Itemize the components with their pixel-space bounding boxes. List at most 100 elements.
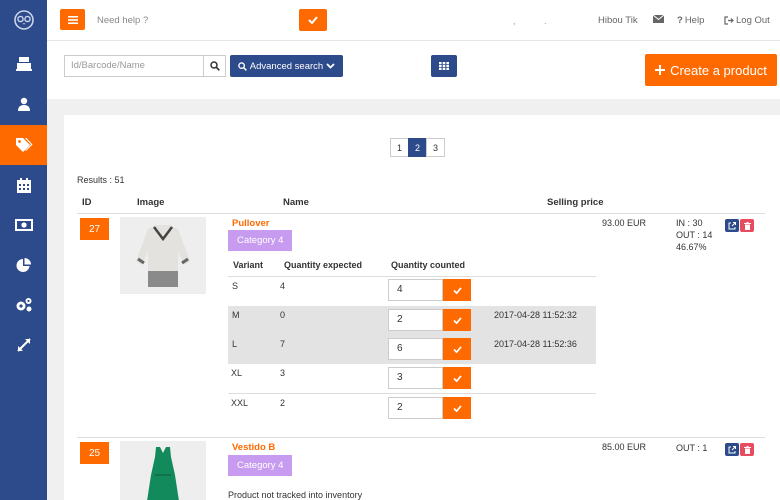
advanced-search-button[interactable]: Advanced search [230, 55, 343, 77]
confirm-count-button[interactable] [443, 367, 471, 389]
header-divider [77, 213, 765, 214]
grid-icon [439, 62, 449, 70]
cash-register-icon [15, 57, 32, 71]
delete-product-button[interactable] [740, 219, 754, 232]
pullover-image [136, 224, 190, 287]
product-name[interactable]: Vestido B [232, 442, 275, 453]
stock-info: IN : 30 OUT : 14 46.67% [676, 217, 712, 253]
column-header-id: ID [82, 197, 92, 208]
confirm-count-button[interactable] [443, 338, 471, 360]
results-count: Results : 51 [77, 175, 125, 185]
stock-out: OUT : 14 [676, 230, 713, 240]
expand-icon [16, 338, 31, 352]
check-icon [308, 16, 318, 24]
variant-column-header: Variant [233, 260, 264, 270]
sidebar-item-settings[interactable] [0, 285, 47, 325]
counted-qty-input[interactable]: 2 [388, 397, 443, 419]
category-badge: Category 4 [228, 455, 293, 476]
status-dot: , [513, 16, 516, 26]
question-icon: ? [677, 15, 683, 26]
help-submit-button[interactable] [299, 9, 327, 31]
sidebar-logo[interactable] [0, 0, 47, 40]
variant-label: M [232, 310, 240, 320]
create-product-button[interactable]: Create a product [645, 54, 777, 86]
expected-qty: 4 [280, 281, 286, 291]
sidebar-item-calendar[interactable] [0, 165, 47, 205]
page-1[interactable]: 1 [390, 138, 409, 157]
open-product-button[interactable] [725, 219, 739, 232]
advanced-search-label: Advanced search [249, 60, 324, 72]
confirm-count-button[interactable] [443, 397, 471, 419]
counted-qty-input[interactable]: 3 [388, 367, 443, 389]
category-badge: Category 4 [228, 230, 293, 251]
expected-column-header: Quantity expected [284, 260, 363, 270]
owl-logo-icon [13, 10, 34, 30]
confirm-count-button[interactable] [443, 309, 471, 331]
logout-link[interactable]: Log Out [724, 15, 770, 26]
user-name[interactable]: Hibou Tik [598, 15, 638, 26]
count-date: 2017-04-28 11:52:32 [494, 310, 577, 320]
check-icon [452, 404, 462, 412]
counted-qty-input[interactable]: 6 [388, 338, 443, 360]
sidebar-item-finance[interactable] [0, 205, 47, 245]
sidebar-item-users[interactable] [0, 84, 47, 124]
product-price: 93.00 EUR [602, 218, 647, 228]
check-icon [452, 345, 462, 353]
product-image[interactable] [120, 217, 206, 294]
delete-product-button[interactable] [740, 443, 754, 456]
external-link-icon [728, 445, 736, 453]
help-input[interactable]: Need help ? [97, 15, 148, 26]
variant-label: S [232, 281, 239, 291]
column-header-name: Name [283, 197, 309, 208]
sidebar [0, 0, 47, 500]
menu-icon [67, 15, 78, 24]
stock-in: IN : 30 [676, 218, 703, 228]
envelope-icon [652, 14, 665, 23]
help-link[interactable]: ? Help [677, 15, 704, 26]
menu-toggle-button[interactable] [60, 9, 85, 30]
pie-chart-icon [16, 257, 31, 272]
page-3[interactable]: 3 [426, 138, 445, 157]
column-header-image: Image [137, 197, 165, 208]
expected-qty: 3 [280, 368, 286, 378]
product-name[interactable]: Pullover [232, 218, 270, 229]
sign-out-icon [724, 16, 734, 25]
count-date: 2017-04-28 11:52:36 [494, 339, 577, 349]
tags-icon [15, 138, 32, 152]
sidebar-item-stats[interactable] [0, 245, 47, 285]
expected-qty: 2 [280, 398, 286, 408]
variant-label: XXL [231, 398, 249, 408]
expected-qty: 7 [280, 339, 286, 349]
open-product-button[interactable] [725, 443, 739, 456]
column-header-price: Selling price [547, 197, 604, 208]
create-product-label: Create a product [670, 62, 767, 78]
user-icon [17, 97, 30, 111]
messages-button[interactable] [652, 14, 665, 26]
help-link-label: Help [684, 15, 705, 26]
search-bar: Id/Barcode/Name Advanced search Create a… [47, 41, 780, 99]
search-icon [209, 61, 220, 71]
cogs-icon [16, 298, 31, 312]
money-icon [14, 219, 33, 231]
page-2[interactable]: 2 [408, 138, 427, 157]
counted-qty-input[interactable]: 4 [388, 279, 443, 301]
search-button[interactable] [203, 55, 226, 77]
product-image[interactable] [120, 441, 206, 500]
grid-view-button[interactable] [431, 55, 457, 77]
product-row-divider [77, 437, 765, 438]
check-icon [452, 374, 462, 382]
sidebar-item-fullscreen[interactable] [0, 325, 47, 365]
sidebar-item-cashier[interactable] [0, 44, 47, 84]
inventory-note: Product not tracked into inventory [228, 490, 363, 500]
confirm-count-button[interactable] [443, 279, 471, 301]
counted-qty-input[interactable]: 2 [388, 309, 443, 331]
logout-label: Log Out [736, 15, 770, 26]
product-id-badge[interactable]: 27 [80, 218, 109, 240]
search-input[interactable]: Id/Barcode/Name [64, 55, 203, 77]
stock-out: OUT : 1 [676, 443, 708, 453]
stock-percent: 46.67% [676, 242, 707, 252]
plus-icon [655, 65, 666, 75]
product-id-badge[interactable]: 25 [80, 442, 109, 464]
variant-label: L [232, 339, 238, 349]
sidebar-item-products[interactable] [0, 125, 47, 165]
